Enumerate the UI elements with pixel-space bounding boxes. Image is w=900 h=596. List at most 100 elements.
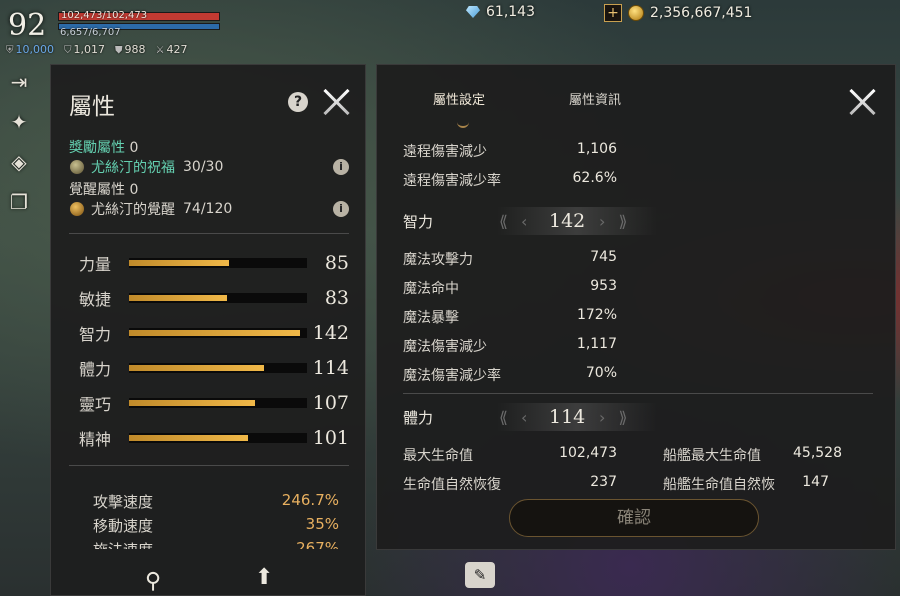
attribute-row: 生命值自然恢復 237 <box>403 474 617 494</box>
compass-icon[interactable]: ✦ <box>6 110 32 134</box>
arrow-up-icon[interactable]: ⬆ <box>255 565 273 590</box>
stat-row: 體力 114 <box>79 357 349 379</box>
stat-bar <box>129 293 307 303</box>
attribute-row: 魔法命中 953 <box>403 278 617 298</box>
blessing-icon <box>69 159 85 175</box>
attribute-name: 遠程傷害減少 <box>403 144 487 160</box>
book-icon[interactable]: ❐ <box>6 190 32 214</box>
attribute-row: 最大生命值 102,473 <box>403 445 617 465</box>
vit-value: 114 <box>549 406 586 428</box>
attribute-name: 魔法傷害減少率 <box>403 368 501 384</box>
help-button[interactable]: ? <box>288 92 308 112</box>
int-label: 智力 <box>403 212 434 231</box>
stat-name: 精神 <box>79 430 112 449</box>
blessing-name: 尤絲汀的祝福 <box>91 160 175 176</box>
stat-c: ⛊ 988 <box>115 43 146 56</box>
stat-bar-fill <box>129 330 300 336</box>
stat-bar <box>129 363 307 373</box>
attribute-row: 遠程傷害減少 1,106 <box>403 141 617 161</box>
stat-row: 敏捷 83 <box>79 287 349 309</box>
vit-label: 體力 <box>403 408 434 427</box>
stat-value: 142 <box>312 322 349 344</box>
panel-title: 屬性 <box>69 94 115 120</box>
stat-name: 智力 <box>79 325 112 344</box>
awaken-name: 尤絲汀的覺醒 <box>91 202 175 218</box>
awaken-amount: 74/120 <box>183 201 233 217</box>
attribute-value: 1,117 <box>576 336 617 352</box>
attribute-value: 45,528 <box>793 445 842 461</box>
decrease-arrows-icon[interactable]: ⟪ ‹ <box>499 212 531 231</box>
attribute-row: 船艦最大生命值 45,528 <box>663 445 842 465</box>
stat-name: 力量 <box>79 255 112 274</box>
close-left-icon[interactable] <box>321 87 351 117</box>
vit-header: 體力 ⟪ ‹ 114 › ⟫ <box>403 403 703 431</box>
attribute-name: 生命值自然恢復 <box>403 477 501 493</box>
attribute-value: 147 <box>802 474 829 490</box>
speed-value: 35% <box>305 515 339 533</box>
attribute-row: 遠程傷害減少率 62.6% <box>403 170 617 190</box>
awaken-row: 尤絲汀的覺醒 74/120 i <box>69 199 349 219</box>
stat-name: 體力 <box>79 360 112 379</box>
speed-row: 攻擊速度 246.7% <box>93 491 339 512</box>
divider <box>69 233 349 234</box>
attribute-value: 745 <box>590 249 617 265</box>
attribute-value: 102,473 <box>559 445 617 461</box>
attribute-row: 魔法暴擊 172% <box>403 307 617 327</box>
stat-bar-fill <box>129 435 249 441</box>
stat-bar-fill <box>129 260 229 266</box>
divider <box>403 393 873 394</box>
blessing-value: 30/30 <box>183 159 224 175</box>
stat-name: 靈巧 <box>79 395 112 414</box>
attribute-value: 953 <box>590 278 617 294</box>
divider <box>69 465 349 466</box>
blessing-row: 尤絲汀的祝福 30/30 i <box>69 157 349 177</box>
stat-name: 敏捷 <box>79 290 112 309</box>
attribute-name: 船艦最大生命值 <box>663 448 761 464</box>
attribute-name: 遠程傷害減少率 <box>403 173 501 189</box>
attribute-value: 237 <box>590 474 617 490</box>
side-menu: ⇥ ✦ ◈ ❐ <box>6 70 32 214</box>
attribute-name: 魔法傷害減少 <box>403 339 487 355</box>
attribute-settings-panel: 屬性設定 屬性資訊 遠程傷害減少 1,106 遠程傷害減少率 62.6% 智力 ⟪ ‹… <box>376 64 896 550</box>
speed-name: 施法速度 <box>93 539 153 549</box>
info-icon[interactable]: i <box>333 159 349 175</box>
hp-text: 102,473/102,473 <box>61 10 148 21</box>
mp-text: 6,657/6,707 <box>60 27 121 38</box>
attribute-name: 魔法暴擊 <box>403 310 459 326</box>
tab-attribute-settings[interactable]: 屬性設定 <box>433 89 485 108</box>
stat-b: ⛉ 1,017 <box>64 43 105 56</box>
stat-bar-fill <box>129 400 256 406</box>
speed-row: 施法速度 267% <box>93 539 339 549</box>
player-level: 92 <box>8 8 47 43</box>
info-icon[interactable]: i <box>333 201 349 217</box>
decrease-arrows-icon[interactable]: ⟪ ‹ <box>499 408 531 427</box>
speed-name: 移動速度 <box>93 517 154 535</box>
increase-arrows-icon[interactable]: › ⟫ <box>599 408 631 427</box>
stat-value: 85 <box>324 252 349 274</box>
add-currency-button[interactable]: + <box>604 4 622 22</box>
stat-bar <box>129 258 307 268</box>
stat-row: 力量 85 <box>79 252 349 274</box>
stat-value: 83 <box>324 287 349 309</box>
attribute-name: 最大生命值 <box>403 448 473 464</box>
int-value: 142 <box>549 210 586 232</box>
close-right-icon[interactable] <box>847 87 877 117</box>
attribute-value: 1,106 <box>576 141 617 157</box>
waypoint-icon[interactable]: ◈ <box>6 150 32 174</box>
increase-arrows-icon[interactable]: › ⟫ <box>599 212 631 231</box>
exit-icon[interactable]: ⇥ <box>6 70 32 94</box>
stat-d: ⚔ 427 <box>155 43 188 56</box>
stat-bar <box>129 398 307 408</box>
stat-value: 101 <box>312 427 349 449</box>
stat-a: ⛨ 10,000 <box>6 43 54 56</box>
search-icon[interactable]: ⚲ <box>145 569 161 594</box>
awaken-icon <box>69 201 85 217</box>
stat-value: 107 <box>312 392 349 414</box>
awaken-attributes: 覺醒屬性 0 <box>69 182 139 198</box>
chat-icon[interactable]: ✎ <box>465 562 495 588</box>
tab-attribute-info[interactable]: 屬性資訊 <box>569 89 621 108</box>
stat-row: 精神 101 <box>79 427 349 449</box>
stat-row: 智力 142 <box>79 322 349 344</box>
confirm-button[interactable]: 確認 <box>509 499 759 537</box>
bonus-attributes: 獎勵屬性 0 <box>69 140 139 156</box>
